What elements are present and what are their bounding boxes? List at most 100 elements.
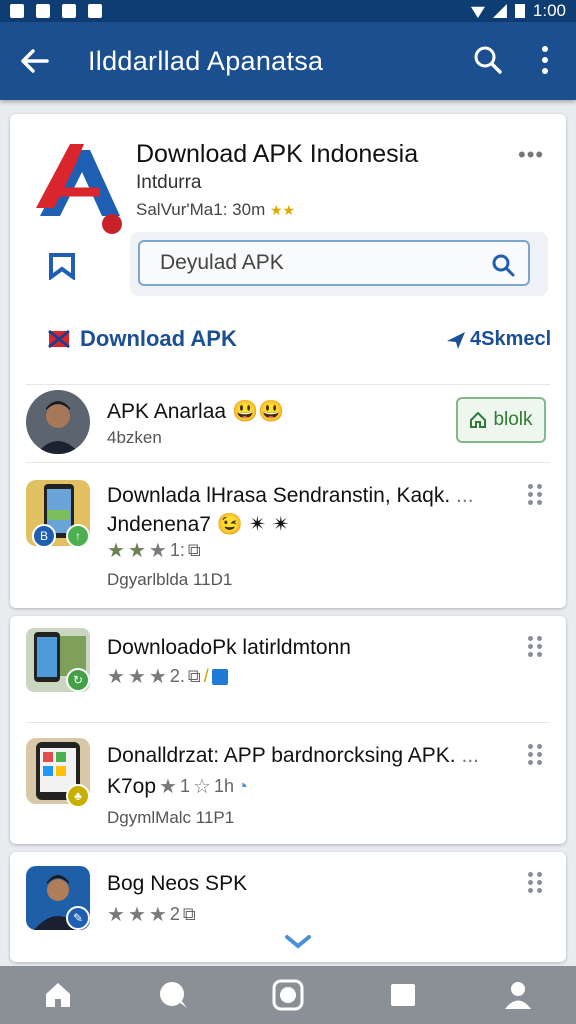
window-icon: ⧉	[182, 904, 196, 924]
app-detail-card: Download APK Indonesia Intdurra SalVur'M…	[10, 114, 566, 608]
app-logo	[36, 144, 122, 234]
home-icon	[470, 411, 487, 428]
search-icon[interactable]	[490, 252, 516, 278]
home-icon[interactable]	[41, 978, 75, 1012]
install-button-label: blolk	[493, 409, 533, 430]
rating-value: 2	[169, 904, 180, 924]
edit-badge-icon: ✎	[66, 906, 90, 930]
bookmark-icon[interactable]	[48, 252, 76, 280]
globe-icon: ◔	[236, 776, 248, 796]
chat-icon[interactable]	[156, 978, 190, 1012]
list-item-title-text: Donalldrzat: APP bardnorcksing APK.	[107, 744, 456, 767]
rating: K7op ★ 1 ☆ 1h ◔	[107, 774, 248, 799]
divider	[26, 384, 550, 385]
list-item-title: DownloadoPk latirldmtonn	[107, 636, 351, 659]
notification-icons	[10, 4, 102, 18]
star-icon: ★★	[269, 202, 296, 218]
list-item-title: Donalldrzat: APP bardnorcksing APK. ...	[107, 744, 479, 768]
notification-icon	[62, 4, 76, 18]
app-bar: Ilddarllad Apanatsa	[0, 22, 576, 100]
list-item-title: APK Anarlaa 😃😃	[107, 400, 284, 424]
search-container: Deyulad APK	[130, 232, 548, 296]
bottom-navigation	[0, 966, 576, 1024]
emoji-icon: 😉 ✴ ✴	[216, 513, 290, 536]
search-icon	[474, 46, 502, 74]
star-icon: ★	[159, 776, 177, 798]
star-outline-icon: ☆	[193, 776, 211, 798]
send-icon	[447, 331, 465, 349]
list-item-title-text: Downlada lHrasa Sendranstin, Kaqk.	[107, 484, 451, 507]
emoji-icon: 😃😃	[231, 400, 285, 423]
chevron-down-icon[interactable]	[284, 934, 312, 950]
install-button[interactable]: blolk	[456, 397, 546, 443]
envelope-icon	[48, 329, 70, 349]
list-item-title-text: APK Anarlaa	[107, 400, 227, 423]
drag-handle-icon[interactable]	[528, 744, 542, 765]
divider	[26, 462, 550, 463]
notification-icon	[10, 4, 24, 18]
window-icon: ⧉	[187, 666, 201, 686]
secondary-link-label: 4Skmecl	[470, 328, 552, 350]
search-input[interactable]: Deyulad APK	[138, 240, 530, 286]
download-apk-label: Download APK	[80, 326, 237, 351]
page-title: Ilddarllad Apanatsa	[88, 45, 324, 76]
star-icon: ★	[148, 904, 167, 926]
star-icon: ★	[107, 540, 125, 562]
list-item-subtitle: 4bzken	[107, 428, 162, 447]
more-options-button[interactable]	[530, 42, 560, 78]
app-list-card: ✎ Bog Neos SPK ★ ★ ★ 2 ⧉	[10, 852, 566, 962]
rating-extra: /	[203, 666, 209, 686]
square-badge-icon	[211, 668, 228, 685]
app-meta-text: SalVur'Ma1: 30m	[136, 200, 266, 219]
app-list-card: ↻ DownloadoPk latirldmtonn ★ ★ ★ 2. ⧉ / …	[10, 616, 566, 844]
rating-extra: 1h	[213, 776, 234, 796]
ellipsis-icon: ...	[456, 484, 474, 507]
rating-line2: K7op	[107, 774, 157, 798]
list-item-title: Downlada lHrasa Sendranstin, Kaqk. ...	[107, 484, 474, 508]
divider	[26, 722, 550, 723]
status-time: 1:00	[532, 1, 566, 20]
star-icon: ★	[148, 666, 167, 688]
ellipsis-icon: ...	[461, 744, 480, 767]
drag-handle-icon[interactable]	[528, 872, 542, 893]
camera-icon[interactable]	[271, 978, 305, 1012]
star-icon: ★	[107, 904, 125, 926]
rating: ★ ★ ★ 2. ⧉ /	[107, 664, 228, 689]
download-apk-link[interactable]: Download APK	[48, 326, 237, 352]
search-button[interactable]	[470, 42, 506, 78]
hero-more-button[interactable]: •••	[518, 142, 544, 168]
battery-icon	[514, 4, 525, 18]
list-item-footer: Dgyarlblda 11D1	[107, 570, 233, 589]
arrow-left-icon	[21, 49, 49, 73]
platform-badge-icon: B	[32, 524, 56, 548]
search-input-value: Deyulad APK	[160, 251, 284, 274]
window-icon: ⧉	[187, 540, 201, 560]
star-icon: ★	[127, 904, 146, 926]
drag-handle-icon[interactable]	[528, 636, 542, 657]
refresh-badge-icon: ↻	[66, 668, 90, 692]
star-icon: ★	[107, 666, 125, 688]
star-icon: ★	[127, 540, 146, 562]
secondary-link[interactable]: 4Skmecl	[446, 328, 551, 351]
rating: ★ ★ ★ 2 ⧉	[107, 902, 196, 927]
list-item-title-text: Jndenena7	[107, 513, 211, 536]
drag-handle-icon[interactable]	[528, 484, 542, 505]
platform-badge-icon: ↑	[66, 524, 90, 548]
rating: ★ ★ ★ 1: ⧉	[107, 538, 201, 563]
avatar	[26, 390, 90, 454]
app-badge-icon: ♣	[66, 784, 90, 808]
star-icon: ★	[127, 666, 146, 688]
square-icon[interactable]	[386, 978, 420, 1012]
profile-icon[interactable]	[501, 978, 535, 1012]
star-icon: ★	[148, 540, 167, 562]
back-button[interactable]	[0, 22, 70, 100]
rating-value: 1	[179, 776, 190, 796]
rating-value: 1:	[169, 540, 185, 560]
list-item-footer: DgymlMalc 11P1	[107, 808, 235, 827]
app-meta: SalVur'Ma1: 30m ★★	[136, 200, 295, 220]
wifi-icon	[470, 6, 485, 18]
app-developer: Intdurra	[136, 172, 202, 193]
notification-icon	[36, 4, 50, 18]
signal-icon	[492, 4, 507, 18]
app-name: Download APK Indonesia	[136, 140, 419, 168]
